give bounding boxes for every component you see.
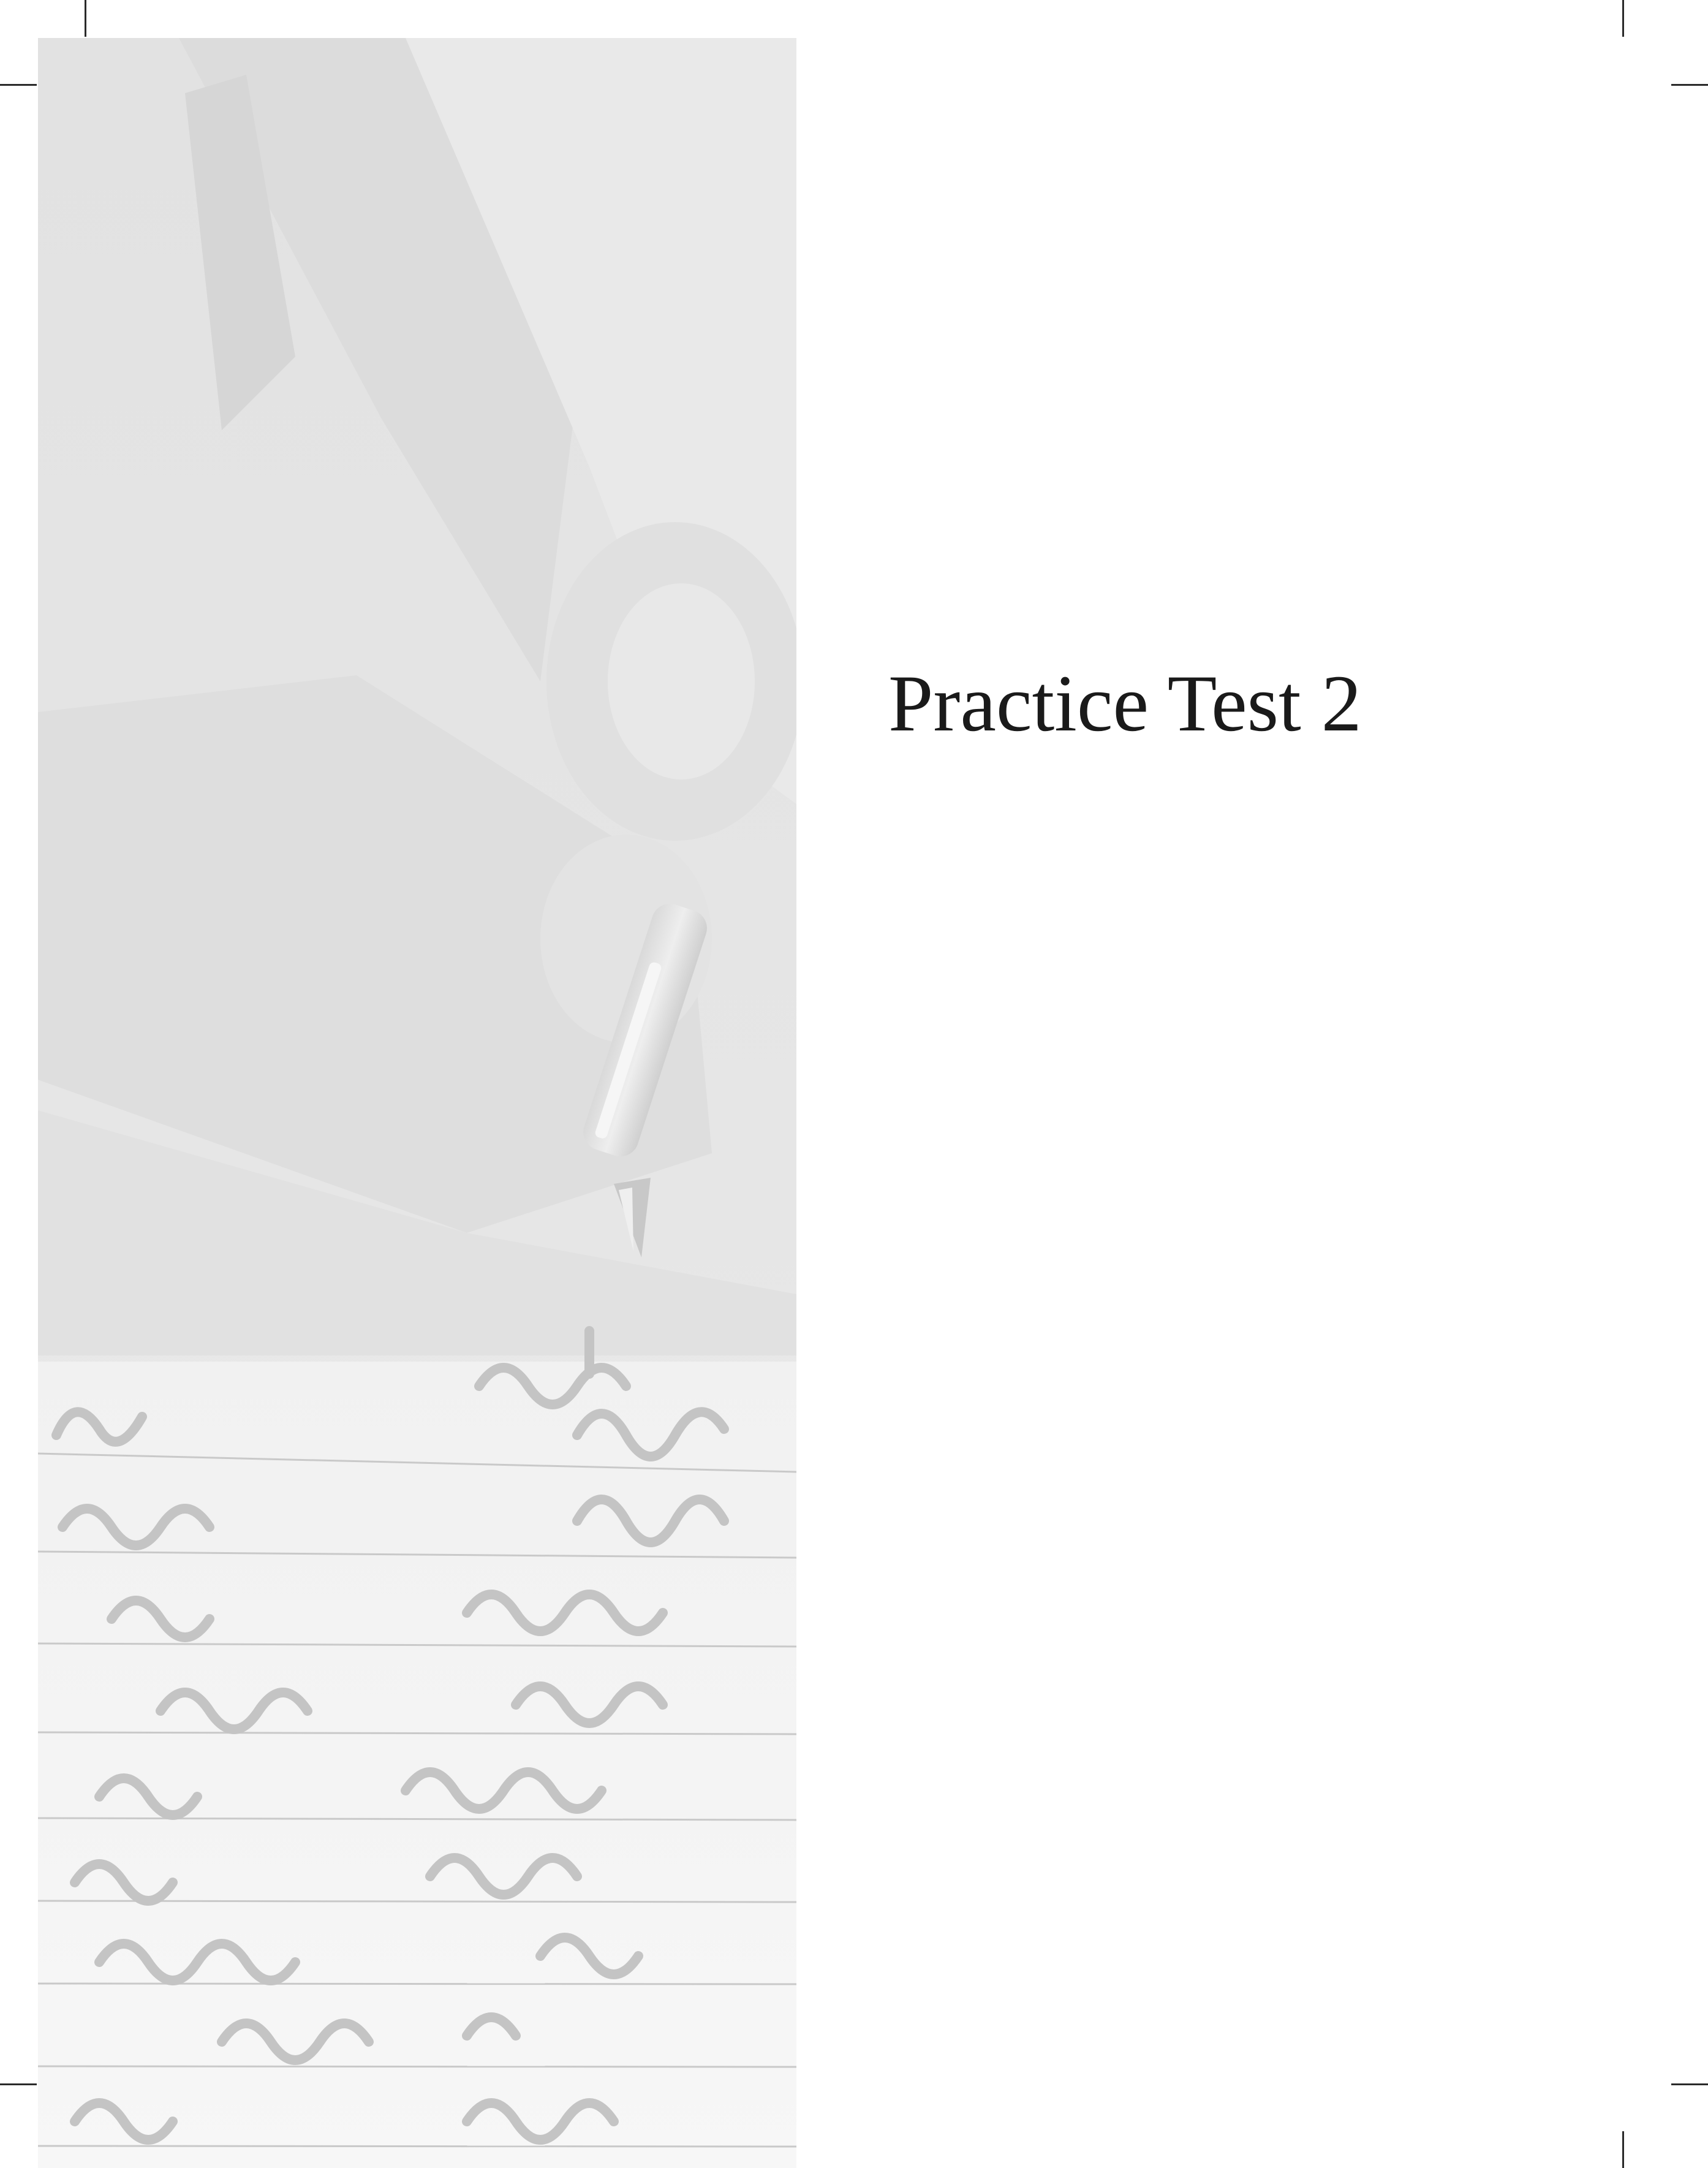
crop-mark-right-bottom <box>1671 2083 1708 2085</box>
book-page: Practice Test 2 <box>0 0 1708 2168</box>
page-title: Practice Test 2 <box>888 658 1362 748</box>
crop-mark-top-left <box>85 0 86 37</box>
crop-mark-bottom-right <box>1622 2131 1624 2168</box>
crop-mark-left-top <box>0 84 37 86</box>
hand-writing-photo <box>38 38 796 2168</box>
crop-mark-top-right <box>1622 0 1624 37</box>
crop-mark-right-top <box>1671 84 1708 86</box>
crop-mark-left-bottom <box>0 2083 37 2085</box>
hand-writing-illustration <box>38 38 796 2168</box>
